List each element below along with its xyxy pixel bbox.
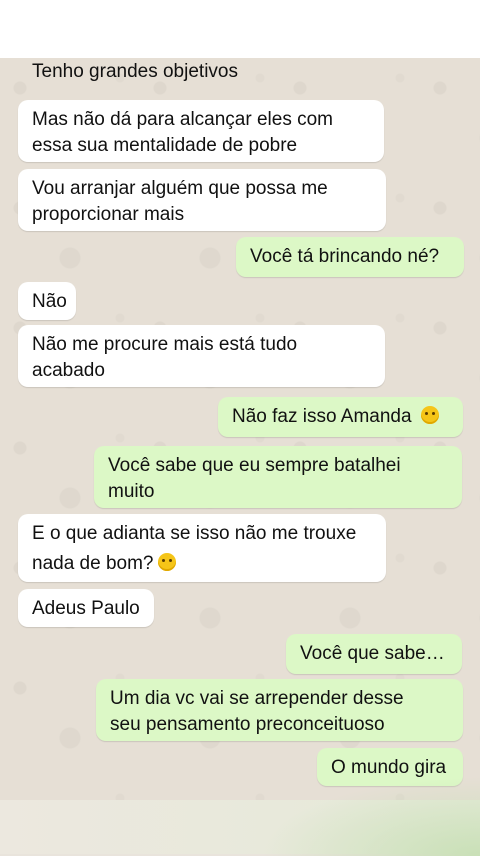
message-line: Um dia vc vai se arrepender desse bbox=[110, 688, 404, 709]
message-outgoing[interactable]: Você que sabe… bbox=[286, 634, 462, 674]
message-text: Você que sabe… bbox=[300, 643, 445, 664]
message-outgoing[interactable]: Não faz isso Amanda bbox=[218, 397, 463, 437]
woozy-face-emoji-icon bbox=[420, 406, 439, 424]
top-blank-area bbox=[0, 0, 480, 58]
message-text-partial: Tenho grandes objetivos bbox=[32, 61, 238, 82]
rofl-emoji-icon bbox=[157, 553, 176, 571]
message-line: nada de bom? bbox=[32, 553, 154, 574]
message-line: muito bbox=[108, 481, 155, 502]
message-line: seu pensamento preconceituoso bbox=[110, 714, 385, 735]
message-incoming[interactable]: Não me procure mais está tudo acabado bbox=[18, 325, 385, 387]
message-line: proporcionar mais bbox=[32, 204, 185, 225]
message-line: Vou arranjar alguém que possa me bbox=[32, 178, 328, 199]
message-incoming[interactable]: Mas não dá para alcançar eles com essa s… bbox=[18, 100, 384, 162]
message-text: O mundo gira bbox=[331, 757, 447, 778]
message-outgoing[interactable]: Um dia vc vai se arrepender desse seu pe… bbox=[96, 679, 463, 741]
message-line: Não me procure mais está tudo bbox=[32, 334, 298, 355]
message-line: essa sua mentalidade de pobre bbox=[32, 135, 298, 156]
message-line: acabado bbox=[32, 360, 105, 381]
message-incoming[interactable]: E o que adianta se isso não me trouxe na… bbox=[18, 514, 386, 582]
message-line: Mas não dá para alcançar eles com bbox=[32, 109, 333, 130]
message-incoming[interactable]: Vou arranjar alguém que possa me proporc… bbox=[18, 169, 386, 231]
bottom-area bbox=[0, 776, 480, 856]
corner-glow bbox=[260, 776, 480, 856]
message-text: Adeus Paulo bbox=[32, 598, 140, 619]
message-outgoing[interactable]: Você tá brincando né? bbox=[236, 237, 464, 277]
message-outgoing[interactable]: Você sabe que eu sempre batalhei muito bbox=[94, 446, 462, 508]
message-text: Você tá brincando né? bbox=[250, 246, 440, 267]
message-incoming[interactable]: Não bbox=[18, 282, 76, 320]
message-text: Não bbox=[32, 291, 67, 312]
message-line: E o que adianta se isso não me trouxe bbox=[32, 523, 357, 544]
message-incoming[interactable]: Adeus Paulo bbox=[18, 589, 154, 627]
message-text: Não faz isso Amanda bbox=[232, 406, 412, 427]
message-line: Você sabe que eu sempre batalhei bbox=[108, 455, 401, 476]
